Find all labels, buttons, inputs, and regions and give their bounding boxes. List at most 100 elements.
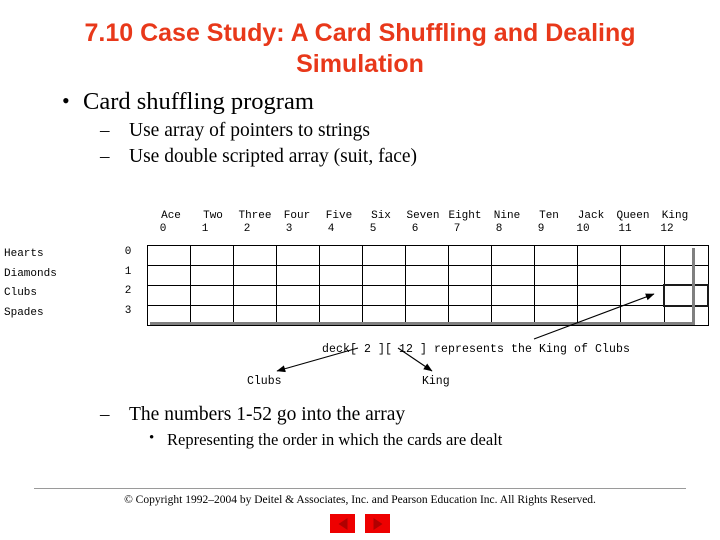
column-name: Queen xyxy=(616,210,650,222)
bullet-list-bottom: – The numbers 1-52 go into the array • R… xyxy=(55,402,695,451)
card-grid-row xyxy=(147,284,709,307)
card-grid-cell[interactable] xyxy=(577,245,621,266)
card-grid-cell[interactable] xyxy=(147,284,191,306)
row-index-column: 0 1 2 3 xyxy=(120,243,136,321)
bullet-item: • Card shuffling program xyxy=(55,88,675,116)
card-grid-cell[interactable] xyxy=(405,264,449,286)
bullet-marker: • xyxy=(149,430,155,446)
bullet-marker: – xyxy=(100,404,110,425)
bullet-text: Use double scripted array (suit, face) xyxy=(129,146,418,167)
bullet-item: • Representing the order in which the ca… xyxy=(55,428,695,451)
row-index: 3 xyxy=(124,304,132,317)
row-name-column: Hearts Diamonds Clubs Spades xyxy=(4,245,104,323)
card-grid-cell[interactable] xyxy=(362,264,406,286)
row-name-spades: Spades xyxy=(4,306,44,319)
bullet-list-top: • Card shuffling program – Use array of … xyxy=(55,88,675,170)
column-name: Eight xyxy=(448,210,482,222)
row-name-hearts: Hearts xyxy=(4,248,44,260)
column-name: Four xyxy=(283,210,311,222)
bullet-text: The numbers 1-52 go into the array xyxy=(129,404,406,425)
page-title: 7.10 Case Study: A Card Shuffling and De… xyxy=(84,19,636,78)
column-index: 7 xyxy=(453,223,461,235)
card-grid-cell[interactable] xyxy=(448,284,492,306)
column-name: King xyxy=(661,210,689,222)
card-grid-cell[interactable] xyxy=(233,245,277,266)
column-name: Two xyxy=(203,210,223,222)
bullet-item: – The numbers 1-52 go into the array xyxy=(55,402,695,428)
triangle-left-icon xyxy=(338,517,347,530)
previous-slide-button[interactable] xyxy=(330,514,355,533)
card-grid-cell[interactable] xyxy=(534,264,578,286)
card-grid-cell[interactable] xyxy=(147,245,191,266)
column-index: 6 xyxy=(411,223,419,235)
card-grid-cell[interactable] xyxy=(319,284,363,306)
bullet-text: Card shuffling program xyxy=(83,88,314,115)
row-index: 0 xyxy=(124,246,132,258)
card-grid-cell[interactable] xyxy=(491,264,535,286)
card-grid-cell[interactable] xyxy=(276,245,320,266)
card-grid-cell[interactable] xyxy=(448,245,492,266)
card-grid-cell[interactable] xyxy=(405,284,449,306)
card-grid-cell[interactable] xyxy=(319,264,363,286)
bullet-marker: – xyxy=(100,146,110,167)
column-name: Seven xyxy=(406,210,440,222)
card-grid-row xyxy=(147,245,709,266)
card-grid-cell[interactable] xyxy=(405,245,449,266)
card-grid-cell[interactable] xyxy=(319,245,363,266)
bullet-item: – Use double scripted array (suit, face) xyxy=(55,144,675,170)
card-grid-cell[interactable] xyxy=(491,245,535,266)
column-index: 5 xyxy=(369,223,377,235)
card-grid-cell[interactable] xyxy=(577,284,621,306)
card-grid-row xyxy=(147,264,709,286)
column-index: 2 xyxy=(243,223,251,235)
slide-canvas: 7.10 Case Study: A Card Shuffling and De… xyxy=(0,0,720,540)
footer-divider xyxy=(34,488,686,489)
card-grid-cell[interactable] xyxy=(491,284,535,306)
column-index: 3 xyxy=(285,223,293,235)
card-grid-cell-highlighted[interactable] xyxy=(663,284,709,307)
card-grid-cell[interactable] xyxy=(362,245,406,266)
card-grid-cell[interactable] xyxy=(577,264,621,286)
copyright-notice: © Copyright 1992–2004 by Deitel & Associ… xyxy=(124,494,596,506)
card-grid-cell[interactable] xyxy=(233,264,277,286)
card-grid-cell[interactable] xyxy=(663,264,709,286)
card-grid-cell[interactable] xyxy=(620,284,665,306)
triangle-right-icon xyxy=(373,517,382,530)
card-grid-cell[interactable] xyxy=(534,245,578,266)
card-grid-cell[interactable] xyxy=(233,284,277,306)
grid-shadow-right xyxy=(692,248,695,325)
row-name-clubs: Clubs xyxy=(4,287,38,299)
card-grid-cell[interactable] xyxy=(620,264,665,286)
card-grid-cell[interactable] xyxy=(190,264,234,286)
column-name: Ace xyxy=(161,210,181,222)
column-name: Nine xyxy=(493,210,521,222)
card-grid-cell[interactable] xyxy=(190,245,234,266)
card-grid-cell[interactable] xyxy=(663,245,709,266)
column-index: 12 xyxy=(660,223,674,235)
card-grid-cell[interactable] xyxy=(448,264,492,286)
card-grid-cell[interactable] xyxy=(147,264,191,286)
column-index: 11 xyxy=(618,223,632,235)
bullet-item: – Use array of pointers to strings xyxy=(55,118,675,144)
bullet-text: Use array of pointers to strings xyxy=(129,120,370,141)
column-name: Ten xyxy=(539,210,559,222)
card-grid-cell[interactable] xyxy=(534,284,578,306)
card-grid-cell[interactable] xyxy=(362,284,406,306)
next-slide-button[interactable] xyxy=(365,514,390,533)
bullet-marker: – xyxy=(100,120,110,141)
card-grid xyxy=(147,245,709,326)
bullet-marker: • xyxy=(62,88,70,113)
column-index: 0 xyxy=(159,223,167,235)
card-grid-cell[interactable] xyxy=(190,284,234,306)
callout-label-face: King xyxy=(422,375,450,388)
column-name: Jack xyxy=(577,210,605,222)
card-grid-wrapper xyxy=(147,245,709,326)
card-grid-cell[interactable] xyxy=(620,245,665,266)
slide-navigation xyxy=(0,514,720,533)
card-grid-cell[interactable] xyxy=(276,264,320,286)
column-name: Six xyxy=(371,210,391,222)
row-name-diamonds: Diamonds xyxy=(4,267,57,280)
diagram-caption: deck[ 2 ][ 12 ] represents the King of C… xyxy=(322,343,631,356)
card-grid-cell[interactable] xyxy=(276,284,320,306)
row-index: 1 xyxy=(124,265,132,278)
